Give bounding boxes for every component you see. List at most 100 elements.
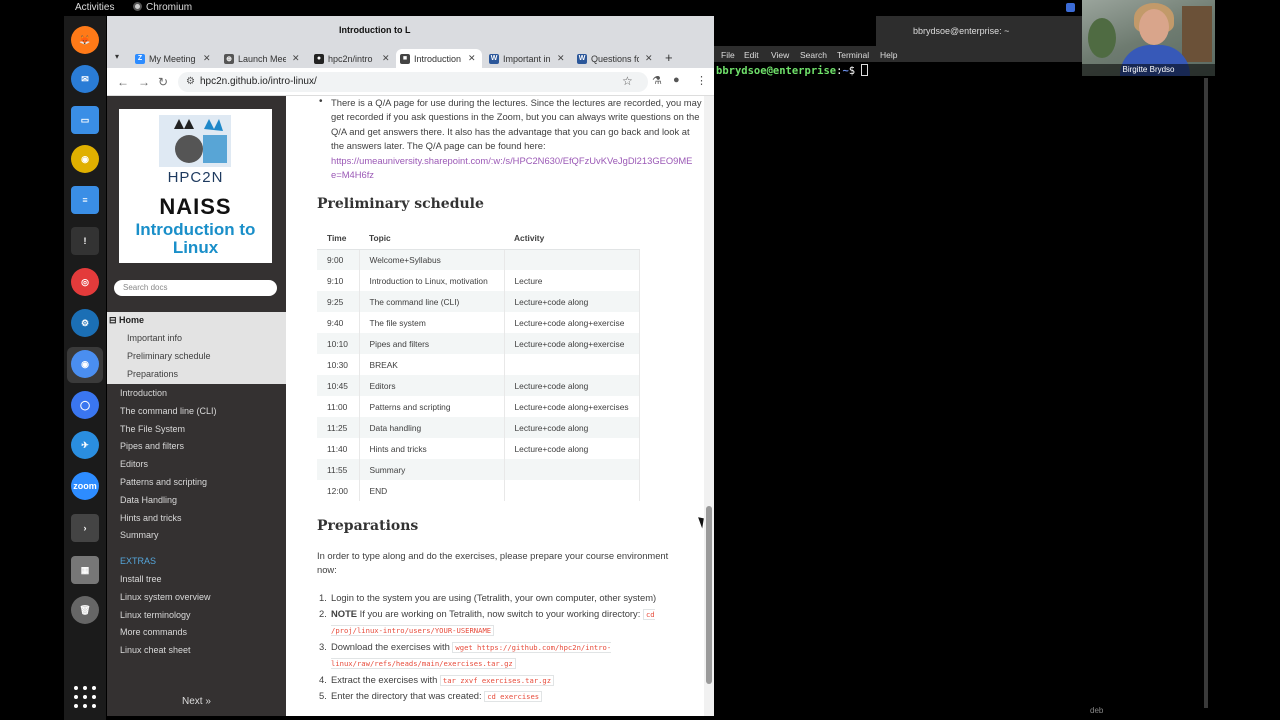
profile-icon[interactable]: ● (673, 74, 680, 86)
trash-icon[interactable]: 🗑 (71, 596, 99, 624)
docs-sidebar: HPC2N NAISS Introduction to Linux Search… (107, 96, 286, 716)
chromium-icon[interactable]: ◉ (71, 350, 99, 378)
new-tab-button[interactable]: + (665, 50, 673, 65)
cell-time: 10:30 (317, 354, 360, 375)
nav-important-info[interactable]: Important info (127, 333, 182, 343)
list-item: 2. NOTE If you are working on Tetralith, … (319, 606, 681, 639)
scrollbar-thumb[interactable] (706, 506, 712, 684)
menu-help[interactable]: Help (880, 50, 897, 60)
extra-link-linux-cheat-sheet[interactable]: Linux cheat sheet (120, 645, 191, 655)
step-code: cd exercises (484, 691, 543, 702)
tab-search-icon[interactable]: ▾ (115, 52, 119, 61)
extra-link-more-commands[interactable]: More commands (120, 627, 187, 637)
bookmark-star-icon[interactable]: ☆ (622, 74, 633, 88)
thunderbird-icon[interactable]: ✉ (71, 65, 99, 93)
page-scrollbar[interactable] (704, 96, 714, 716)
close-tab-icon[interactable]: ✕ (645, 53, 653, 64)
tab-0[interactable]: Z My Meeting ✕ (131, 49, 217, 68)
menu-search[interactable]: Search (800, 50, 827, 60)
nav-link-data-handling[interactable]: Data Handling (120, 495, 177, 505)
nav-link-summary[interactable]: Summary (120, 530, 159, 540)
unknown-app-icon[interactable]: ! (71, 227, 99, 255)
cell-time: 12:00 (317, 480, 360, 501)
nav-home[interactable]: ⊟ Home (109, 315, 144, 326)
menu-terminal[interactable]: Terminal (837, 50, 869, 60)
nav-link-the-file-system[interactable]: The File System (120, 424, 185, 434)
labs-flask-icon[interactable]: ⚗ (652, 74, 662, 87)
activities-button[interactable]: Activities (75, 2, 114, 13)
step-note-label: NOTE (331, 607, 358, 619)
terminal-prompt[interactable]: bbrydsoe@enterprise:~$ (716, 64, 869, 77)
dock: 🦊 ✉ ▭ ◉ ≡! ◎ ⚙ ◉ ◯ ✈ zoom › ▦ 🗑 (64, 16, 106, 720)
close-tab-icon[interactable]: ✕ (203, 53, 211, 64)
qa-link[interactable]: https://umeauniversity.sharepoint.com/:w… (331, 155, 692, 180)
extra-link-linux-terminology[interactable]: Linux terminology (120, 610, 191, 620)
cell-topic: Introduction to Linux, motivation (359, 270, 505, 291)
signal-icon[interactable]: ◯ (71, 391, 99, 419)
reload-icon[interactable]: ↻ (158, 75, 168, 89)
menu-view[interactable]: View (771, 50, 789, 60)
close-tab-icon[interactable]: ✕ (292, 53, 300, 64)
tab-4[interactable]: W Important in ✕ (485, 49, 571, 68)
url-text: hpc2n.github.io/intro-linux/ (200, 76, 317, 87)
tab-2[interactable]: ● hpc2n/intro ✕ (310, 49, 396, 68)
zoom-icon[interactable]: zoom (71, 472, 99, 500)
back-icon[interactable]: ← (117, 75, 129, 89)
close-tab-icon[interactable]: ✕ (557, 53, 565, 64)
menu-edit[interactable]: Edit (744, 50, 759, 60)
nav-link-hints-and-tricks[interactable]: Hints and tricks (120, 513, 182, 523)
search-docs-input[interactable]: Search docs (114, 280, 277, 296)
table-row: 11:55 Summary (317, 459, 640, 480)
nav-link-the-command-line-cli[interactable]: The command line (CLI) (120, 406, 217, 416)
writer-icon[interactable]: ≡ (71, 186, 99, 214)
tab-5[interactable]: W Questions fo ✕ (573, 49, 659, 68)
next-page-button[interactable]: Next » (182, 696, 211, 707)
table-row: 9:25 The command line (CLI) Lecture+code a… (317, 291, 640, 312)
forward-icon[interactable]: → (138, 75, 150, 89)
cell-topic: Summary (359, 459, 505, 480)
tab-label: Questions fo (591, 53, 639, 64)
thunderbird-alt-icon[interactable]: ✈ (71, 431, 99, 459)
tab-3[interactable]: ■ Introduction ✕ (396, 49, 482, 68)
tab-1[interactable]: ⊕ Launch Mee ✕ (220, 49, 306, 68)
step-number: 4. (319, 673, 327, 685)
nav-link-patterns-and-scripting[interactable]: Patterns and scripting (120, 477, 207, 487)
nav-link-editors[interactable]: Editors (120, 459, 148, 469)
browser-toolbar: ← → ↻ ⚙ hpc2n.github.io/intro-linux/ ☆ ⚗… (107, 68, 714, 96)
app-menu[interactable]: Chromium (133, 2, 192, 13)
elk-logo-icon (159, 115, 231, 167)
steam-icon[interactable]: ⚙ (71, 309, 99, 337)
help-lifebuoy-icon[interactable]: ◎ (71, 268, 99, 296)
nav-link-pipes-and-filters[interactable]: Pipes and filters (120, 441, 184, 451)
site-logo[interactable]: HPC2N NAISS Introduction to Linux (119, 109, 272, 263)
extra-link-install-tree[interactable]: Install tree (120, 574, 162, 584)
app-menu-label: Chromium (146, 2, 193, 13)
terminal-scrollbar[interactable] (1204, 78, 1208, 708)
main-content: • There is a Q/A page for use during the… (286, 96, 704, 716)
disk-icon[interactable]: ▦ (71, 556, 99, 584)
site-info-icon[interactable]: ⚙ (186, 76, 195, 87)
list-item: 3. Download the exercises with wget https… (319, 639, 681, 672)
show-apps-icon[interactable] (74, 686, 96, 708)
rhythmbox-icon[interactable]: ◉ (71, 145, 99, 173)
desktop: Activities Chromium 🦊 ✉ ▭ ◉ ≡! ◎ ⚙ ◉ ◯ ✈ zoom › ▦ 🗑 I… (0, 0, 1280, 720)
table-row: 9:00 Welcome+Syllabus (317, 249, 640, 270)
address-bar[interactable]: ⚙ hpc2n.github.io/intro-linux/ ☆ (178, 72, 648, 92)
prompt-end: $ (848, 65, 862, 77)
firefox-icon[interactable]: 🦊 (71, 26, 99, 54)
menu-kebab-icon[interactable]: ⋮ (696, 74, 707, 87)
nav-preliminary-schedule[interactable]: Preliminary schedule (127, 351, 211, 361)
text-editor-icon[interactable]: ▭ (71, 106, 99, 134)
footer-text: deb (1090, 706, 1104, 715)
extra-link-linux-system-overview[interactable]: Linux system overview (120, 592, 211, 602)
tray-icon[interactable] (1066, 3, 1075, 12)
cell-activity: Lecture+code along (504, 438, 640, 459)
terminal-icon[interactable]: › (71, 514, 99, 542)
close-tab-icon[interactable]: ✕ (468, 53, 476, 64)
nav-link-introduction[interactable]: Introduction (120, 388, 167, 398)
close-tab-icon[interactable]: ✕ (382, 53, 390, 64)
cell-topic: Welcome+Syllabus (359, 249, 505, 270)
nav-preparations[interactable]: Preparations (127, 369, 178, 379)
step-text: Login to the system you are using (Tetra… (331, 592, 657, 603)
menu-file[interactable]: File (721, 50, 735, 60)
